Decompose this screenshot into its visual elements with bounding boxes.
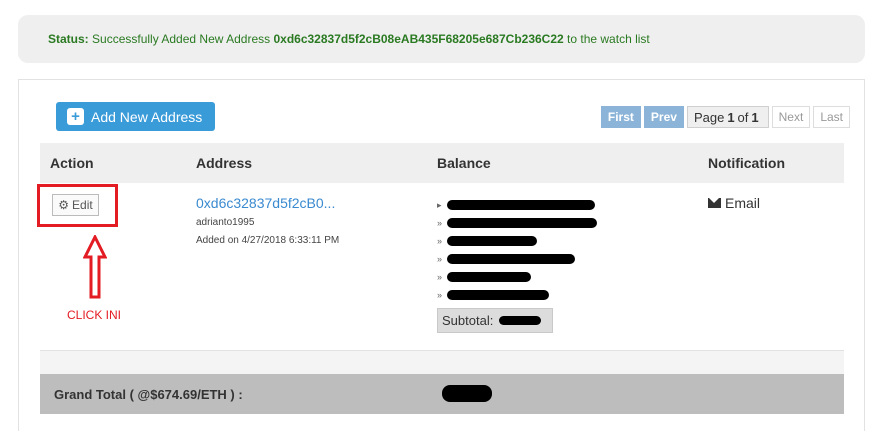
up-arrow-annotation <box>83 235 107 299</box>
balance-item: » <box>437 214 597 232</box>
bullet-icon: » <box>437 218 443 228</box>
redaction <box>447 254 575 264</box>
click-here-label: CLICK INI <box>67 308 122 322</box>
page-word: Page <box>693 109 725 125</box>
first-page-button[interactable]: First <box>600 106 641 128</box>
address-owner: adrianto1995 <box>196 217 255 228</box>
next-page-button[interactable]: Next <box>771 106 811 128</box>
table-header: Action Address Balance Notification <box>40 143 844 183</box>
bullet-icon: ▸ <box>437 199 442 210</box>
prev-page-button[interactable]: Prev <box>643 106 684 128</box>
current-page: 1 <box>727 109 735 125</box>
status-address: 0xd6c32837d5f2cB08eAB435F68205e687Cb236C… <box>273 32 564 46</box>
balance-item: » <box>437 232 597 250</box>
status-label: Status: <box>48 32 89 46</box>
page-indicator: Page 1 of 1 <box>686 106 769 128</box>
status-suffix: to the watch list <box>567 32 650 46</box>
bullet-icon: » <box>437 290 443 300</box>
address-added-date: Added on 4/27/2018 6:33:11 PM <box>196 235 340 246</box>
envelope-icon <box>708 198 721 208</box>
total-pages: 1 <box>751 109 759 125</box>
last-page-button[interactable]: Last <box>813 106 850 128</box>
balance-list: ▸ » » » » » <box>437 196 597 304</box>
notification-label: Email <box>725 195 761 211</box>
balance-item: » <box>437 268 597 286</box>
redaction <box>447 236 537 246</box>
subtotal-label: Subtotal: <box>442 313 494 328</box>
redaction <box>447 200 595 210</box>
watchlist-panel: + Add New Address First Prev Page 1 of 1… <box>18 79 865 431</box>
header-balance: Balance <box>437 155 491 171</box>
plus-icon: + <box>67 108 84 125</box>
add-new-address-button[interactable]: + Add New Address <box>56 102 215 131</box>
balance-item: » <box>437 250 597 268</box>
email-notification[interactable]: Email <box>708 195 760 211</box>
add-button-label: Add New Address <box>91 108 203 125</box>
bullet-icon: » <box>437 254 443 264</box>
redaction <box>499 316 542 325</box>
bullet-icon: » <box>437 236 443 246</box>
status-message: Successfully Added New Address <box>92 32 271 46</box>
bullet-icon: » <box>437 272 443 282</box>
redaction <box>447 272 531 282</box>
grand-total-row: Grand Total ( @$674.69/ETH ) : <box>40 374 844 414</box>
of-word: of <box>737 109 749 125</box>
header-action: Action <box>50 155 94 171</box>
edit-button[interactable]: ⚙ Edit <box>52 194 99 216</box>
header-address: Address <box>196 155 253 171</box>
grand-total-label: Grand Total ( @$674.69/ETH ) : <box>54 387 243 402</box>
row-separator <box>40 350 844 374</box>
address-link[interactable]: 0xd6c32837d5f2cB0... <box>196 195 335 211</box>
pagination: First Prev Page 1 of 1 Next Last <box>600 106 850 128</box>
balance-item: » <box>437 286 597 304</box>
edit-label: Edit <box>72 198 93 212</box>
status-bar: Status: Successfully Added New Address 0… <box>18 15 865 63</box>
gear-icon: ⚙ <box>58 198 70 212</box>
subtotal-box: Subtotal: <box>437 308 553 333</box>
redaction <box>447 218 597 228</box>
redaction <box>442 385 492 402</box>
redaction <box>447 290 549 300</box>
balance-item: ▸ <box>437 196 597 214</box>
header-notification: Notification <box>708 155 785 171</box>
